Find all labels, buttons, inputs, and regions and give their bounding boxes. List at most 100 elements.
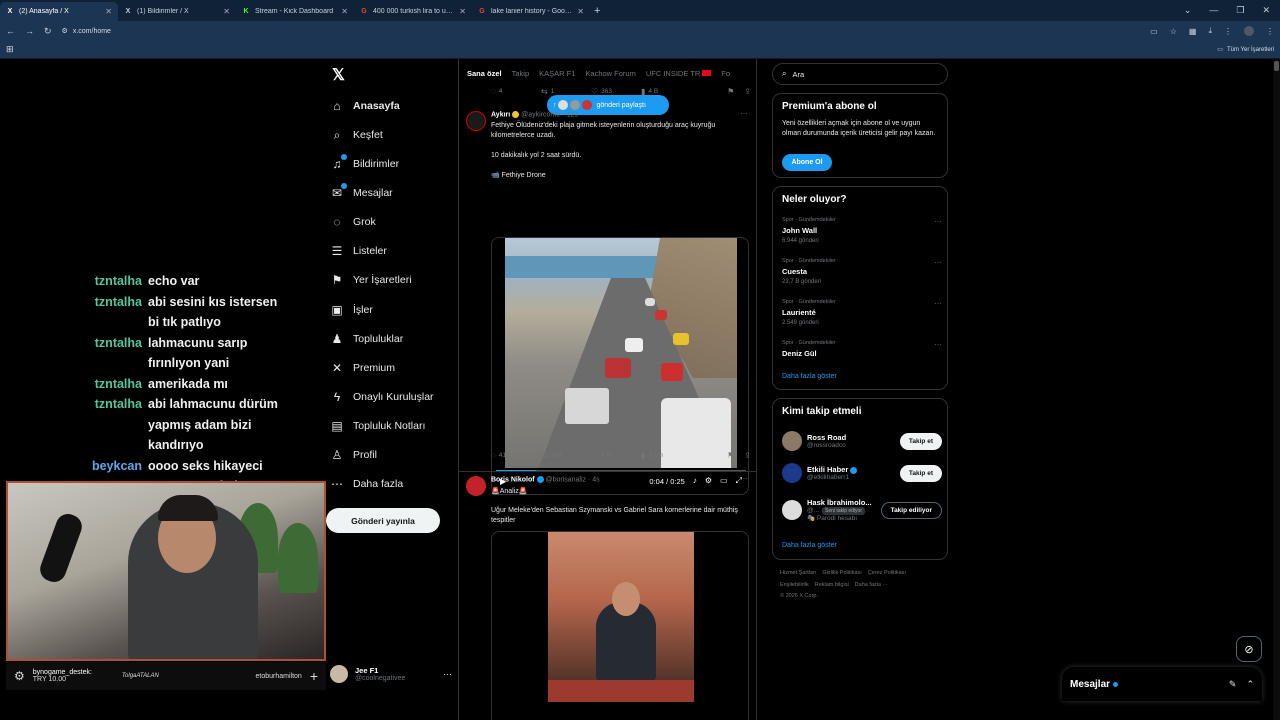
- tweet-more-icon[interactable]: ···: [740, 474, 748, 483]
- maximize-icon[interactable]: ❐: [1236, 5, 1244, 16]
- avatar[interactable]: [466, 111, 486, 131]
- tab-search-icon[interactable]: ⌄: [1184, 5, 1192, 16]
- back-icon[interactable]: ←: [6, 26, 15, 36]
- footer-link[interactable]: Hizmet Şartları: [780, 570, 816, 576]
- trend-item[interactable]: Spor · Gündemdekiler Cuesta 23,7 B gönde…: [782, 258, 942, 285]
- profile-avatar[interactable]: [1244, 26, 1254, 36]
- avatar[interactable]: [466, 476, 486, 496]
- following-button[interactable]: Takip ediliyor: [880, 501, 942, 519]
- views-button[interactable]: ▮ 1 Mn: [641, 451, 691, 460]
- trend-item[interactable]: Spor · Gündemdekiler Laurienté 2.549 gön…: [782, 299, 942, 326]
- share-icon[interactable]: ⇪: [744, 451, 751, 460]
- tab-close-icon[interactable]: ✕: [105, 7, 112, 16]
- show-more-link[interactable]: Daha fazla göster: [782, 542, 837, 549]
- post-button[interactable]: Gönderi yayınla: [326, 508, 440, 533]
- follow-button[interactable]: Takip et: [899, 432, 942, 450]
- bookmark-icon[interactable]: ⚑: [727, 451, 734, 460]
- tab-close-icon[interactable]: ✕: [341, 7, 348, 16]
- tab-list-ufc[interactable]: UFC INSIDE TR: [646, 69, 712, 78]
- footer-link[interactable]: Erişilebilirlik: [780, 582, 809, 588]
- tab-list-more[interactable]: Fo: [721, 69, 730, 78]
- follow-suggestion[interactable]: Etkili Haber @etkilihaberr1 Takip et: [782, 459, 942, 487]
- all-bookmarks[interactable]: ▭ Tüm Yer İşaretleri: [1217, 46, 1274, 54]
- browser-tab-0[interactable]: X (2) Anasayfa / X ✕: [0, 2, 118, 21]
- follow-suggestion[interactable]: Hask İbrahimolo... @... Seni takip ediyor…: [782, 493, 942, 527]
- footer-link[interactable]: Daha fazla ···: [855, 582, 888, 588]
- reply-button[interactable]: ◌ 4: [491, 87, 541, 96]
- follow-button[interactable]: Takip et: [899, 464, 942, 482]
- subscribe-button[interactable]: Abone Ol: [782, 154, 832, 171]
- compose-message-icon[interactable]: ✎: [1229, 679, 1237, 690]
- reload-icon[interactable]: ↻: [44, 26, 52, 37]
- grok-icon[interactable]: ⊘: [1236, 636, 1262, 662]
- footer-link[interactable]: Gizlilik Politikası: [822, 570, 861, 576]
- sidebar-item-list[interactable]: ☰ Listeler: [330, 241, 387, 261]
- trend-item[interactable]: Spor · Gündemdekiler Deniz Gül ···: [782, 340, 942, 358]
- browser-tab-1[interactable]: X (1) Bildirimler / X ✕: [118, 2, 236, 21]
- retweet-button[interactable]: ⇆ 348: [541, 451, 591, 460]
- sidebar-item-notes[interactable]: ▤ Topluluk Notları: [330, 416, 425, 436]
- scrollbar[interactable]: [1273, 59, 1280, 720]
- trend-item[interactable]: Spor · Gündemdekiler John Wall 6.944 gön…: [782, 217, 942, 244]
- menu-dots-icon[interactable]: ⋮: [1224, 27, 1232, 36]
- trend-more-icon[interactable]: ···: [934, 340, 942, 349]
- reply-button[interactable]: ◌ 417: [491, 451, 541, 460]
- site-info-icon[interactable]: ⚙: [62, 28, 68, 35]
- like-button[interactable]: ♡ 4 B: [591, 451, 641, 460]
- forward-icon[interactable]: →: [25, 26, 34, 36]
- sidebar-item-communities[interactable]: ♟ Topluluklar: [330, 329, 404, 349]
- search-input[interactable]: Ara: [792, 70, 804, 79]
- new-tab-button[interactable]: +: [594, 5, 600, 17]
- trend-more-icon[interactable]: ···: [934, 299, 942, 308]
- share-icon[interactable]: ⇪: [744, 87, 751, 96]
- sidebar-item-premium-x[interactable]: ✕ Premium: [330, 358, 395, 378]
- footer-link[interactable]: Reklam bilgisi: [815, 582, 849, 588]
- url-field[interactable]: ⚙ x.com/home: [62, 27, 1141, 35]
- tab-close-icon[interactable]: ✕: [577, 7, 584, 16]
- sidebar-item-more[interactable]: ⋯ Daha fazla: [330, 474, 403, 494]
- minimize-icon[interactable]: —: [1209, 5, 1218, 16]
- tab-close-icon[interactable]: ✕: [459, 7, 466, 16]
- download-icon[interactable]: ⤓: [1208, 26, 1212, 36]
- tab-list-kasar-f1[interactable]: KAŞAR F1: [539, 69, 575, 78]
- x-logo-icon[interactable]: 𝕏: [332, 65, 345, 85]
- extensions-icon[interactable]: ▦: [1189, 27, 1197, 36]
- cast-icon[interactable]: ▭: [1150, 27, 1158, 36]
- sidebar-item-bookmark[interactable]: ⚑ Yer İşaretleri: [330, 270, 412, 290]
- sidebar-item-mail[interactable]: ✉ Mesajlar: [330, 183, 393, 203]
- tab-close-icon[interactable]: ✕: [223, 7, 230, 16]
- tab-following[interactable]: Takip: [512, 69, 530, 78]
- sidebar-item-briefcase[interactable]: ▣ İşler: [330, 300, 373, 320]
- bookmark-icon[interactable]: ⚑: [727, 87, 734, 96]
- sidebar-item-home[interactable]: ⌂ Anasayfa: [330, 96, 399, 116]
- footer-link[interactable]: Çerez Politikası: [868, 570, 906, 576]
- kebab-menu-icon[interactable]: ⋮: [1266, 27, 1274, 36]
- sidebar-item-lightning[interactable]: ϟ Onaylı Kuruluşlar: [330, 387, 434, 407]
- sidebar-item-search[interactable]: ⌕ Keşfet: [330, 125, 383, 145]
- sidebar-item-grok[interactable]: ◌ Grok: [330, 212, 375, 232]
- sidebar-item-profile[interactable]: ♙ Profil: [330, 445, 377, 465]
- close-window-icon[interactable]: ✕: [1262, 5, 1270, 16]
- expand-icon[interactable]: ⌃: [1246, 679, 1254, 690]
- browser-tab-2[interactable]: K Stream - Kick Dashboard ✕: [236, 2, 354, 21]
- trend-more-icon[interactable]: ···: [934, 258, 942, 267]
- tweet-author[interactable]: Aykırı: [491, 111, 510, 118]
- tweet-more-icon[interactable]: ···: [740, 109, 748, 118]
- tab-for-you[interactable]: Sana özel: [467, 69, 502, 78]
- follow-suggestion[interactable]: Ross Road @rossroadco Takip et: [782, 427, 942, 455]
- trend-more-icon[interactable]: ···: [934, 217, 942, 226]
- browser-tab-4[interactable]: G lake lanier history - Google'da A ✕: [472, 2, 590, 21]
- show-more-link[interactable]: Daha fazla göster: [782, 373, 837, 380]
- browser-tab-3[interactable]: G 400 000 turkish lira to usd - Go ✕: [354, 2, 472, 21]
- tweet-author[interactable]: Boris Nikolof: [491, 476, 535, 483]
- sidebar-item-bell[interactable]: ♫ Bildirimler: [330, 154, 399, 174]
- scrollbar-thumb[interactable]: [1274, 61, 1279, 71]
- messages-drawer[interactable]: Mesajlar ✎ ⌃: [1062, 667, 1262, 701]
- star-icon[interactable]: ☆: [1170, 27, 1177, 36]
- tweet-video[interactable]: [491, 531, 749, 720]
- tab-list-kachow[interactable]: Kachow Forum: [585, 69, 635, 78]
- more-dots-icon[interactable]: ···: [443, 669, 452, 679]
- search-box[interactable]: ⌕ Ara: [772, 63, 948, 85]
- account-switcher[interactable]: Jee F1 @coolnegativee ···: [330, 661, 452, 687]
- apps-grid-icon[interactable]: ⊞: [6, 44, 14, 55]
